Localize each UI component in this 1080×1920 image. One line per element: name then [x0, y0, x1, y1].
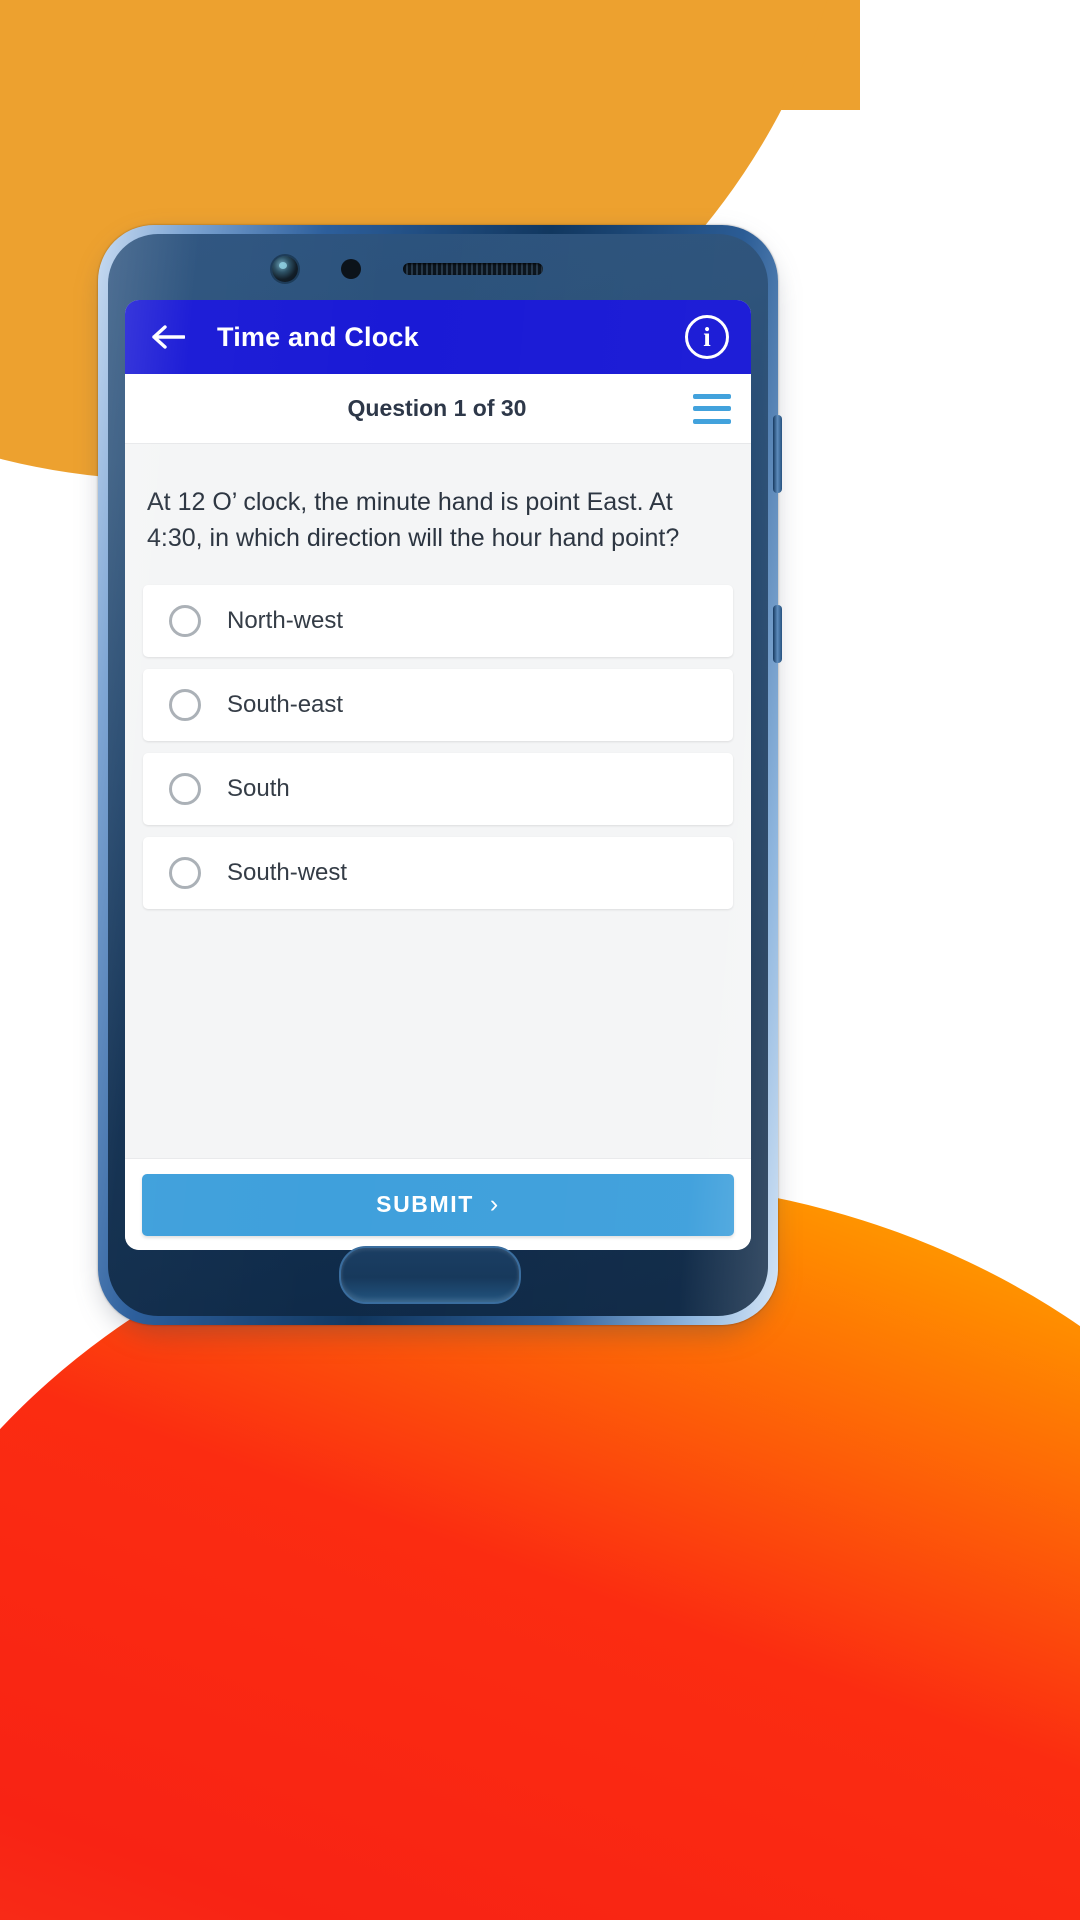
radio-button-icon[interactable] — [169, 772, 201, 805]
page-title: Time and Clock — [217, 321, 419, 352]
app-bar: Time and Clock i — [125, 300, 751, 374]
quiz-content: At 12 O’ clock, the minute hand is point… — [125, 444, 751, 1158]
submit-button-label: SUBMIT — [376, 1191, 474, 1217]
option-row-1[interactable]: South-east — [143, 668, 733, 741]
hamburger-bar — [693, 393, 731, 399]
option-label: South-west — [227, 858, 348, 886]
option-row-2[interactable]: South — [143, 752, 733, 825]
chevron-right-icon: › — [489, 1190, 500, 1218]
earpiece-speaker-icon — [403, 263, 543, 275]
option-label: South-east — [227, 690, 344, 718]
back-arrow-icon[interactable] — [147, 316, 189, 358]
submit-button[interactable]: SUBMIT › — [142, 1173, 734, 1236]
hamburger-menu-icon[interactable] — [693, 393, 731, 424]
volume-button[interactable] — [773, 415, 782, 493]
info-icon[interactable]: i — [685, 315, 729, 359]
phone-screen: Time and Clock i Question 1 of 30 At 12 … — [125, 300, 751, 1250]
question-counter-bar: Question 1 of 30 — [125, 374, 751, 444]
option-row-0[interactable]: North-west — [143, 584, 733, 657]
hamburger-bar — [693, 406, 731, 411]
power-button[interactable] — [773, 605, 782, 663]
option-row-3[interactable]: South-west — [143, 836, 733, 909]
screenshot-stage: Time and Clock i Question 1 of 30 At 12 … — [0, 0, 1080, 1920]
option-label: North-west — [227, 606, 344, 634]
home-button-icon[interactable] — [339, 1246, 521, 1304]
option-label: South — [227, 774, 290, 802]
radio-button-icon[interactable] — [169, 688, 201, 721]
radio-button-icon[interactable] — [169, 856, 201, 889]
question-counter: Question 1 of 30 — [347, 395, 527, 421]
front-camera-icon — [272, 256, 298, 282]
question-text: At 12 O’ clock, the minute hand is point… — [147, 488, 680, 553]
hamburger-bar — [693, 418, 731, 424]
footer-bar: SUBMIT › — [125, 1158, 751, 1250]
camera-glint — [279, 262, 287, 269]
phone-mockup: Time and Clock i Question 1 of 30 At 12 … — [98, 225, 782, 1335]
radio-button-icon[interactable] — [169, 604, 201, 637]
proximity-sensor-icon — [341, 259, 361, 279]
